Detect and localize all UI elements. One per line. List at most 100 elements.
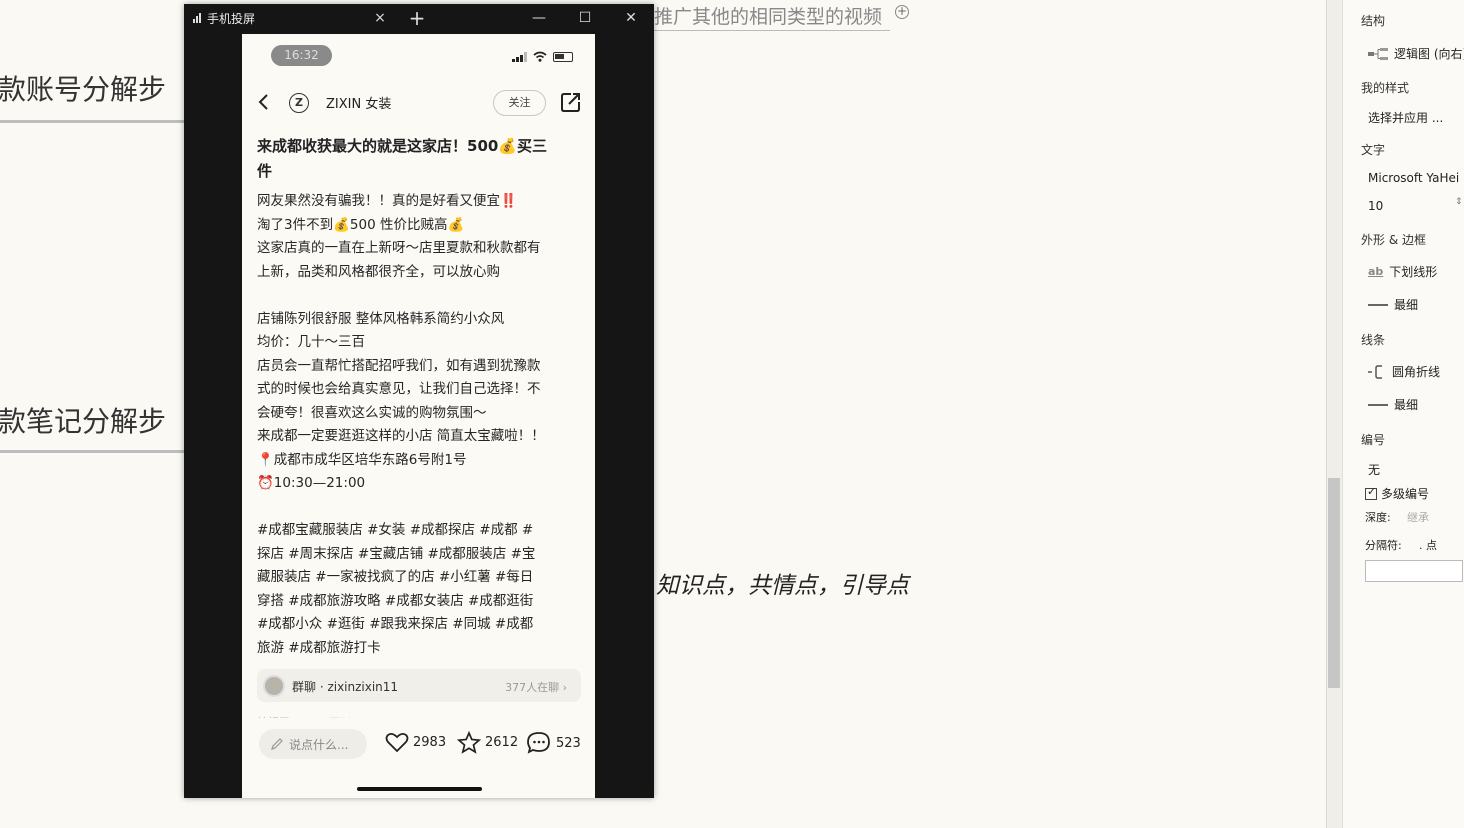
group-avatar	[263, 675, 285, 697]
rounded-elbow-icon	[1368, 364, 1382, 379]
hashtag-line[interactable]: 藏服装店 #一家被找疯了的店 #小红薯 #每日	[257, 566, 583, 590]
line-weight-icon	[1368, 303, 1388, 306]
expand-node-icon[interactable]: +	[895, 5, 909, 19]
numbering-select[interactable]: 无	[1368, 461, 1380, 478]
cellular-signal-icon	[512, 51, 527, 62]
format-panel: 结构 逻辑图 (向右) 我的样式 选择并应用 ... 文字 Microsoft …	[1342, 0, 1464, 828]
hashtag-line[interactable]: 探店 #周末探店 #宝藏店铺 #成都服装店 #宝	[257, 543, 583, 567]
my-style-heading: 我的样式	[1361, 81, 1410, 95]
line-style-label: 圆角折线	[1392, 365, 1441, 379]
star-icon	[457, 731, 481, 754]
group-chat-entry[interactable]: 群聊 · zixinzixin11 377人在聊 ›	[257, 669, 581, 702]
maximize-button[interactable]: ☐	[570, 4, 600, 32]
depth-select[interactable]: 继承	[1407, 509, 1429, 525]
mindmap-node-underline	[0, 450, 184, 453]
hashtag-line[interactable]: 旅游 #成都旅游打卡	[257, 637, 583, 661]
line-style-select[interactable]: 圆角折线	[1368, 363, 1440, 380]
border-weight-label: 最细	[1394, 298, 1419, 312]
post-title: 来成都收获最大的就是这家店！500💰买三 件	[257, 134, 583, 184]
multilevel-checkbox[interactable]: 多级编号	[1365, 485, 1429, 502]
spinner-icon[interactable]: ⇕	[1455, 197, 1463, 207]
separator-select[interactable]: . 点	[1419, 537, 1437, 553]
mindmap-node-underline	[0, 120, 184, 123]
like-count: 2983	[413, 734, 447, 750]
mindmap-node-account[interactable]: 爆款账号分解步	[0, 68, 166, 108]
structure-heading: 结构	[1361, 14, 1386, 28]
logic-map-icon	[1368, 47, 1388, 60]
follow-button[interactable]: 关注	[493, 90, 546, 116]
depth-label: 深度:	[1365, 511, 1391, 524]
home-indicator[interactable]	[357, 787, 482, 791]
border-weight-select[interactable]: 最细	[1368, 296, 1418, 313]
line-weight-icon	[1368, 403, 1388, 406]
font-size-input[interactable]: 10	[1368, 199, 1383, 213]
multilevel-label: 多级编号	[1381, 487, 1430, 501]
comment-count: 523	[556, 735, 581, 751]
separator-preview-input[interactable]	[1365, 560, 1463, 582]
line-heading: 线条	[1361, 333, 1386, 347]
structure-select[interactable]: 逻辑图 (向右)	[1368, 45, 1464, 62]
style-select[interactable]: 选择并应用 ...	[1368, 109, 1443, 126]
body-line: 上新，品类和风格都很齐全，可以放心购	[257, 263, 500, 280]
status-time: 16:32	[271, 45, 332, 66]
close-tab-button[interactable]: ×	[365, 4, 395, 32]
canvas-scrollbar[interactable]	[1326, 0, 1342, 828]
phone-screen: 16:32 Z ZIXIN 女装 关注 来成都收获最大的就是这家店！500💰买三…	[242, 34, 595, 798]
hashtag-line[interactable]: 穿搭 #成都旅游攻略 #成都女装店 #成都逛街	[257, 590, 583, 614]
author-avatar[interactable]: Z	[289, 93, 309, 113]
comment-input[interactable]: 说点什么...	[259, 729, 367, 759]
body-line: 网友果然没有骗我！！真的是好看又便宜‼️	[257, 193, 517, 209]
share-icon[interactable]	[559, 90, 583, 114]
wifi-icon	[533, 51, 547, 62]
checkbox-checked-icon	[1365, 485, 1377, 500]
comment-placeholder: 说点什么...	[289, 738, 349, 752]
close-window-button[interactable]: ✕	[616, 4, 646, 32]
new-tab-button[interactable]: +	[402, 4, 432, 32]
body-line: 会硬夸！很喜欢这么实诚的购物氛围～	[257, 404, 487, 421]
comment-bubble-icon	[527, 732, 550, 754]
mindmap-node-note[interactable]: 爆款笔记分解步	[0, 400, 166, 440]
post-body: 网友果然没有骗我！！真的是好看又便宜‼️ 淘了3件不到💰500 性价比贼高💰 这…	[257, 190, 583, 519]
like-button[interactable]: 2983	[385, 731, 446, 753]
numbering-heading: 编号	[1361, 433, 1386, 447]
window-titlebar[interactable]: 手机投屏 × + — ☐ ✕	[184, 4, 654, 32]
underline-shape-icon: ab	[1368, 265, 1384, 278]
post-title-line: 来成都收获最大的就是这家店！500💰买三	[257, 137, 547, 155]
collect-button[interactable]: 2612	[457, 731, 518, 754]
battery-icon	[553, 51, 573, 62]
author-name[interactable]: ZIXIN 女装	[326, 93, 391, 112]
mindmap-connector	[654, 30, 890, 31]
body-line: 淘了3件不到💰500 性价比贼高💰	[257, 216, 465, 233]
hashtags[interactable]: #成都宝藏服装店 #女装 #成都探店 #成都 # 探店 #周末探店 #宝藏店铺 …	[257, 519, 583, 660]
body-line	[257, 284, 583, 308]
minimize-button[interactable]: —	[524, 4, 554, 32]
hashtag-line[interactable]: #成都小众 #逛街 #跟我来探店 #同城 #成都	[257, 613, 583, 637]
mindmap-node-points[interactable]: 知识点，共情点，引导点	[656, 566, 909, 600]
body-line: 均价：几十～三百	[257, 334, 365, 350]
scrollbar-thumb[interactable]	[1328, 478, 1340, 688]
body-line: 来成都一定要逛逛这样的小店 简直太宝藏啦！！	[257, 428, 545, 444]
text-heading: 文字	[1361, 143, 1386, 157]
body-line: 式的时候也会给真实意见，让我们自己选择！不	[257, 381, 541, 397]
line-weight-label: 最细	[1394, 398, 1419, 412]
body-line: 店铺陈列很舒服 整体风格韩系简约小众风	[257, 310, 505, 327]
body-line: 店员会一直帮忙搭配招呼我们，如有遇到犹豫款	[257, 357, 541, 374]
hashtag-line[interactable]: #成都宝藏服装店 #女装 #成都探店 #成都 #	[257, 519, 583, 543]
font-select[interactable]: Microsoft YaHei	[1368, 171, 1459, 185]
status-bar: 16:32	[242, 34, 595, 74]
body-line-address: 📍成都市成华区培华东路6号附1号	[257, 451, 467, 468]
post-title-line: 件	[257, 162, 273, 180]
underline-shape-select[interactable]: ab 下划线形	[1368, 263, 1437, 280]
back-icon[interactable]	[254, 90, 276, 114]
body-line-hours: ⏰10:30—21:00	[257, 475, 366, 491]
structure-value: 逻辑图 (向右)	[1394, 47, 1464, 61]
separator-label: 分隔符:	[1365, 539, 1402, 552]
comment-button[interactable]: 523	[526, 731, 581, 755]
group-chat-label: 群聊 · zixinzixin11	[292, 680, 399, 694]
line-weight-select[interactable]: 最细	[1368, 396, 1418, 413]
post-header: Z ZIXIN 女装 关注	[242, 84, 595, 122]
window-title: 手机投屏	[207, 11, 256, 26]
shape-border-heading: 外形 & 边框	[1361, 233, 1426, 247]
body-line: 这家店真的一直在上新呀～店里夏款和秋款都有	[257, 240, 541, 256]
mindmap-node-top[interactable]: 推广其他的相同类型的视频	[654, 2, 882, 29]
